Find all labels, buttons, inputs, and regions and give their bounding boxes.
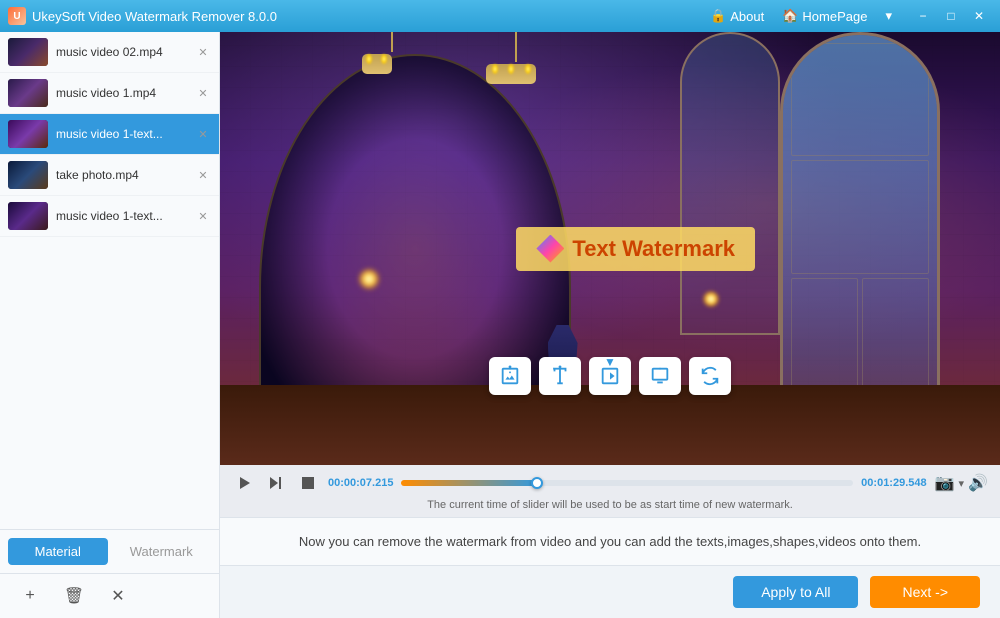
wall-lamp-left — [360, 270, 380, 300]
home-icon: 🏠 — [782, 8, 798, 24]
clear-files-button[interactable]: ✕ — [104, 582, 132, 610]
about-link[interactable]: 🔒 About — [702, 6, 772, 26]
arch-window-main — [780, 32, 940, 400]
delete-file-button[interactable]: 🗑 — [60, 582, 88, 610]
nav-links: 🔒 About 🏠 HomePage ▾ — [702, 6, 900, 26]
current-time: 00:00:07.215 — [328, 477, 393, 489]
file-thumbnail-3 — [8, 161, 48, 189]
title-bar: U UkeySoft Video Watermark Remover 8.0.0… — [0, 0, 1000, 32]
file-name-1: music video 1.mp4 — [56, 86, 187, 100]
info-message: Now you can remove the watermark from vi… — [299, 534, 921, 549]
file-item-0[interactable]: music video 02.mp4 ✕ — [0, 32, 219, 73]
sidebar-actions: + 🗑 ✕ — [0, 573, 219, 618]
file-item-4[interactable]: music video 1-text... ✕ — [0, 196, 219, 237]
next-button[interactable]: Next -> — [870, 576, 980, 608]
dropdown-chevron-icon: ▼ — [604, 355, 616, 369]
file-name-4: music video 1-text... — [56, 209, 187, 223]
dropdown-chevron-icon: ▾ — [885, 8, 892, 24]
chandelier-2 — [362, 32, 422, 74]
floor — [220, 385, 1000, 465]
video-controls: 00:00:07.215 00:01:29.548 📷 ▾ 🔊 The curr… — [220, 465, 1000, 517]
chandelier — [486, 32, 546, 84]
file-thumbnail-4 — [8, 202, 48, 230]
file-thumbnail-2 — [8, 120, 48, 148]
bottom-bar: Apply to All Next -> — [220, 565, 1000, 618]
add-screen-tool[interactable] — [639, 357, 681, 395]
video-area: Text Watermark ▼ — [220, 32, 1000, 618]
close-button[interactable]: ✕ — [966, 6, 992, 26]
stop-button[interactable] — [296, 471, 320, 495]
sidebar-tabs: Material Watermark — [0, 529, 219, 573]
arch-window-secondary — [680, 32, 780, 335]
dropdown-link[interactable]: ▾ — [877, 6, 900, 26]
add-file-button[interactable]: + — [16, 582, 44, 610]
rotate-icon — [689, 357, 731, 395]
delete-icon: 🗑 — [64, 586, 84, 606]
file-name-3: take photo.mp4 — [56, 168, 187, 182]
sidebar: music video 02.mp4 ✕ music video 1.mp4 ✕… — [0, 32, 220, 618]
total-time: 00:01:29.548 — [861, 477, 926, 489]
play-button[interactable] — [232, 471, 256, 495]
file-close-3[interactable]: ✕ — [195, 167, 211, 183]
dropdown-arrow[interactable]: ▾ — [959, 477, 965, 490]
add-image-tool[interactable] — [489, 357, 531, 395]
lock-icon: 🔒 — [710, 8, 726, 24]
file-list: music video 02.mp4 ✕ music video 1.mp4 ✕… — [0, 32, 219, 529]
watermark-logo-icon — [536, 235, 564, 263]
tab-watermark[interactable]: Watermark — [112, 538, 212, 565]
window-controls: − □ ✕ — [910, 6, 992, 26]
file-thumbnail-0 — [8, 38, 48, 66]
video-toolbar: ▼ — [489, 357, 731, 395]
watermark-text: Text Watermark — [572, 236, 735, 262]
file-item-1[interactable]: music video 1.mp4 ✕ — [0, 73, 219, 114]
about-label: About — [730, 9, 764, 24]
controls-row: 00:00:07.215 00:01:29.548 📷 ▾ 🔊 — [232, 471, 988, 495]
wall-lamp-right — [704, 292, 724, 322]
file-close-1[interactable]: ✕ — [195, 85, 211, 101]
clear-icon: ✕ — [111, 586, 124, 606]
right-controls: 📷 ▾ 🔊 — [935, 473, 988, 493]
app-icon: U — [8, 7, 26, 25]
camera-icon[interactable]: 📷 — [935, 473, 955, 493]
progress-thumb[interactable] — [531, 477, 543, 489]
homepage-link[interactable]: 🏠 HomePage — [774, 6, 875, 26]
progress-bar[interactable] — [401, 480, 853, 486]
video-player: Text Watermark ▼ — [220, 32, 1000, 465]
info-bar: Now you can remove the watermark from vi… — [220, 517, 1000, 565]
add-text-icon — [539, 357, 581, 395]
app-title: UkeySoft Video Watermark Remover 8.0.0 — [32, 9, 696, 24]
add-video-tool[interactable]: ▼ — [589, 357, 631, 395]
file-name-2: music video 1-text... — [56, 127, 187, 141]
add-screen-icon — [639, 357, 681, 395]
step-forward-button[interactable] — [264, 471, 288, 495]
progress-fill — [401, 480, 537, 486]
volume-icon[interactable]: 🔊 — [968, 473, 988, 493]
file-item-3[interactable]: take photo.mp4 ✕ — [0, 155, 219, 196]
watermark-overlay[interactable]: Text Watermark — [516, 227, 755, 271]
hint-text: The current time of slider will be used … — [232, 499, 988, 511]
file-item-2[interactable]: music video 1-text... ✕ — [0, 114, 219, 155]
file-name-0: music video 02.mp4 — [56, 45, 187, 59]
file-close-2[interactable]: ✕ — [195, 126, 211, 142]
main-content: music video 02.mp4 ✕ music video 1.mp4 ✕… — [0, 32, 1000, 618]
add-text-tool[interactable] — [539, 357, 581, 395]
homepage-label: HomePage — [802, 9, 867, 24]
apply-to-all-button[interactable]: Apply to All — [733, 576, 858, 608]
maximize-button[interactable]: □ — [938, 6, 964, 26]
tab-material[interactable]: Material — [8, 538, 108, 565]
file-thumbnail-1 — [8, 79, 48, 107]
minimize-button[interactable]: − — [910, 6, 936, 26]
rotate-tool[interactable] — [689, 357, 731, 395]
file-close-0[interactable]: ✕ — [195, 44, 211, 60]
file-close-4[interactable]: ✕ — [195, 208, 211, 224]
add-image-icon — [489, 357, 531, 395]
